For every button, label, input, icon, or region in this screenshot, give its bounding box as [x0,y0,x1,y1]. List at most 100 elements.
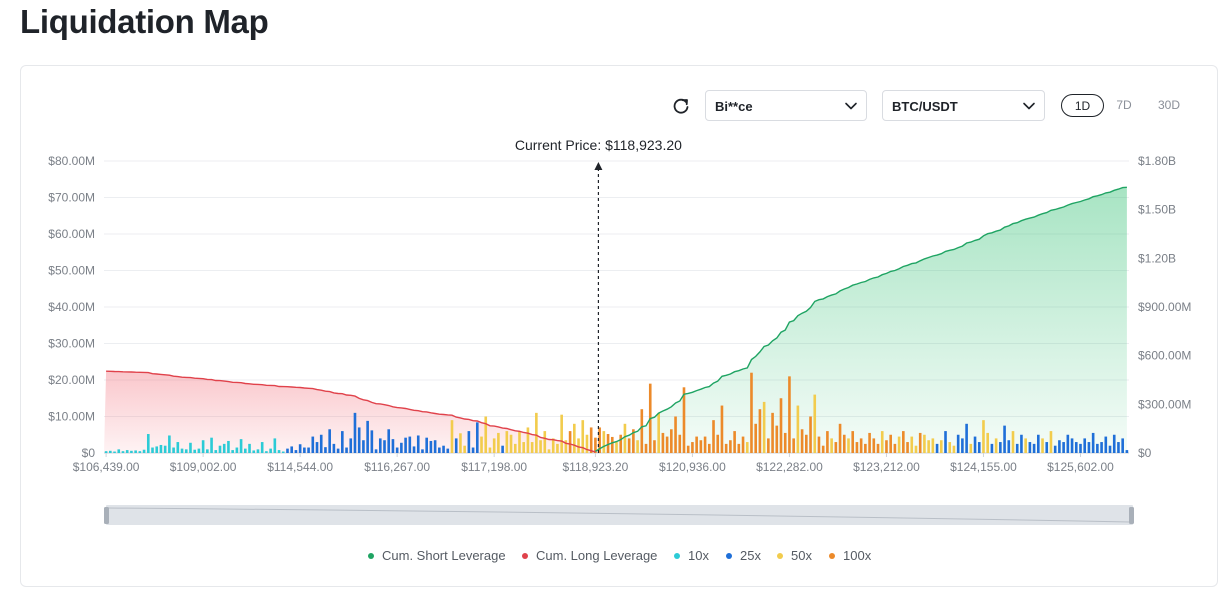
y-right-tick-label: $1.50B [1138,203,1176,217]
liquidation-bar [653,440,656,453]
liquidation-bar [353,412,357,453]
liquidation-bar [838,423,842,453]
x-tick-label: $120,936.00 [659,460,726,474]
liquidation-bar [868,432,871,453]
liquidation-bar [446,448,450,453]
liquidation-bar [454,438,458,453]
y-right-tick-label: $0 [1138,446,1152,460]
liquidation-bar [1091,432,1095,453]
liquidation-bar [1020,434,1023,453]
liquidation-bar [404,437,407,453]
liquidation-bar [872,438,876,453]
x-tick-label: $122,282.00 [756,460,823,474]
liquidation-bar [758,409,762,453]
x-tick-label: $124,155.00 [950,460,1017,474]
liquidation-bar [864,443,867,453]
liquidation-bar [349,438,353,453]
cum-short-area [595,187,1127,454]
legend-label: 50x [791,548,812,563]
zoom-handle-left [104,507,109,524]
liquidation-bar [914,445,918,453]
chart-legend: Cum. Short Leverage Cum. Long Leverage 1… [0,548,1225,566]
liquidation-bar [994,438,998,453]
liquidation-bar [134,450,137,453]
liquidation-bar [783,432,787,453]
liquidation-bar [1083,438,1087,453]
liquidation-bar [256,449,260,453]
y-right-tick-label: $1.80B [1138,154,1176,168]
liquidation-bar [505,431,509,453]
liquidation-bar [935,443,939,453]
liquidation-bar [176,442,180,453]
liquidation-bar [636,440,639,453]
liquidation-bar [737,443,741,453]
liquidation-bar [400,442,403,453]
legend-cum-long-leverage[interactable]: Cum. Long Leverage [522,548,657,563]
liquidation-bar [902,431,905,453]
liquidation-bar [450,420,454,453]
liquidation-bar [1112,434,1116,453]
liquidation-bar [1062,442,1065,453]
liquidation-bar [442,445,445,453]
liquidation-bar [378,438,382,453]
liquidation-bar [716,434,720,453]
legend-25x[interactable]: 25x [726,548,761,563]
liquidation-bar [298,444,302,453]
liquidation-bar [796,405,800,453]
liquidation-bar [539,440,542,453]
liquidation-bar [113,451,116,453]
legend-10x[interactable]: 10x [674,548,709,563]
y-left-tick-label: $60.00M [48,227,95,241]
liquidation-bar [627,438,631,453]
y-left-tick-label: $80.00M [48,154,95,168]
liquidation-bar [779,398,783,453]
liquidation-bar [745,442,749,453]
legend-label: Cum. Long Leverage [536,548,658,563]
zoom-handle-right [1129,507,1134,524]
x-tick-label: $118,923.20 [562,460,628,474]
liquidation-bar [977,442,981,453]
y-right-tick-label: $1.20B [1138,251,1176,265]
zoom-slider[interactable] [104,505,1134,525]
liquidation-bar [859,438,863,453]
liquidation-bar [163,445,167,453]
liquidation-bar [1087,442,1091,453]
liquidation-bar [269,448,272,453]
y-left-tick-label: $10.00M [48,410,95,424]
liquidation-bar [619,434,623,453]
liquidation-bar [695,436,698,453]
liquidation-bar [999,442,1002,453]
liquidation-bar [931,438,935,453]
liquidation-bar [480,436,483,453]
liquidation-bar [218,445,222,453]
liquidation-chart: $0 $10.00M $20.00M $30.00M $40.00M $50.00M $60… [48,137,1191,525]
liquidation-bar [315,442,319,453]
liquidation-bar [222,443,226,453]
liquidation-bar [1032,443,1036,453]
liquidation-bar [286,448,289,453]
liquidation-bar [484,416,488,453]
liquidation-bar [239,439,243,453]
legend-100x[interactable]: 100x [829,548,871,563]
liquidation-bar [433,440,437,453]
liquidation-bar [130,450,133,453]
liquidation-bar [1024,438,1027,453]
liquidation-bar [885,440,888,453]
liquidation-bar [952,445,956,453]
liquidation-bar [467,431,471,453]
y-left-tick-label: $20.00M [48,373,95,387]
liquidation-bar [142,449,146,453]
liquidation-bar [408,436,412,453]
liquidation-bar [939,440,943,453]
liquidation-bar [1015,443,1019,453]
liquidation-bar [328,429,331,453]
legend-label: 25x [740,548,761,563]
liquidation-bar [771,412,774,453]
legend-50x[interactable]: 50x [777,548,812,563]
liquidation-bar [729,440,732,453]
liquidation-bar [923,434,926,453]
liquidation-bar [294,450,298,453]
liquidation-bar [792,438,795,453]
legend-label: Cum. Short Leverage [382,548,506,563]
legend-cum-short-leverage[interactable]: Cum. Short Leverage [368,548,506,563]
